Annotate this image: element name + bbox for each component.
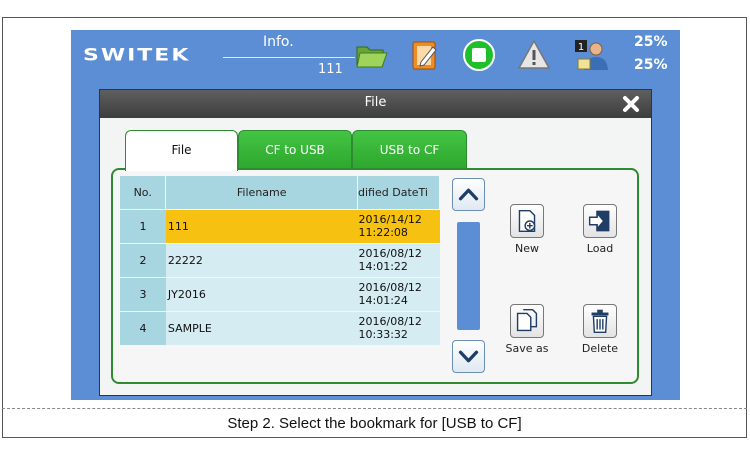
row-time: 10:33:32 bbox=[358, 328, 408, 342]
save-as-button[interactable]: Save as bbox=[497, 304, 557, 355]
edit-icon[interactable] bbox=[407, 37, 443, 73]
header-modified-date: dified DateTi bbox=[357, 176, 440, 209]
percent-top: 25% bbox=[634, 34, 668, 50]
info-divider bbox=[223, 57, 355, 58]
copy-file-icon bbox=[510, 304, 544, 338]
row-time: 14:01:22 bbox=[358, 260, 408, 273]
file-table: No. Filename dified DateTi 1 111 2016/14… bbox=[120, 176, 440, 345]
row-filename: JY2016 bbox=[165, 276, 358, 311]
row-time: 11:22:08 bbox=[358, 226, 408, 239]
header-no: No. bbox=[120, 176, 167, 209]
table-row[interactable]: 4 SAMPLE 2016/08/12 10:33:32 bbox=[120, 310, 440, 345]
row-filename: SAMPLE bbox=[165, 310, 358, 345]
table-row[interactable]: 3 JY2016 2016/08/12 14:01:24 bbox=[120, 276, 440, 311]
header-filename: Filename bbox=[165, 176, 359, 209]
row-filename: 111 bbox=[165, 208, 358, 243]
file-dialog: File File CF to USB USB to CF No. Filena… bbox=[99, 89, 652, 396]
close-icon[interactable] bbox=[621, 94, 641, 114]
table-row[interactable]: 2 22222 2016/08/12 14:01:22 bbox=[120, 242, 440, 277]
dialog-title: File bbox=[364, 95, 387, 110]
row-no: 3 bbox=[120, 276, 166, 311]
caption-divider bbox=[2, 408, 747, 409]
chevron-up-icon bbox=[458, 188, 479, 201]
row-datetime: 2016/14/12 11:22:08 bbox=[357, 208, 440, 243]
row-datetime: 2016/08/12 10:33:32 bbox=[357, 310, 440, 345]
user-icon[interactable]: 1 bbox=[573, 37, 609, 73]
load-button[interactable]: Load bbox=[570, 204, 630, 255]
dialog-title-bar: File bbox=[100, 90, 651, 118]
row-datetime: 2016/08/12 14:01:24 bbox=[357, 276, 440, 311]
scrollbar-thumb[interactable] bbox=[457, 222, 480, 330]
table-row[interactable]: 1 111 2016/14/12 11:22:08 bbox=[120, 208, 440, 243]
row-datetime: 2016/08/12 14:01:22 bbox=[357, 242, 440, 277]
stop-icon[interactable] bbox=[461, 37, 497, 73]
row-filename: 22222 bbox=[165, 242, 358, 277]
save-as-label: Save as bbox=[505, 342, 549, 355]
row-time: 14:01:24 bbox=[358, 294, 408, 307]
new-file-icon bbox=[510, 204, 544, 238]
info-value: 111 bbox=[318, 62, 343, 77]
tab-usb-to-cf[interactable]: USB to CF bbox=[352, 130, 467, 168]
delete-label: Delete bbox=[581, 342, 619, 355]
chevron-down-icon bbox=[458, 350, 479, 363]
row-date: 2016/08/12 bbox=[358, 281, 422, 294]
new-label: New bbox=[515, 242, 539, 255]
file-panel: No. Filename dified DateTi 1 111 2016/14… bbox=[111, 168, 639, 384]
row-no: 1 bbox=[120, 208, 166, 243]
tab-file[interactable]: File bbox=[125, 130, 238, 171]
info-label: Info. bbox=[263, 34, 294, 50]
row-date: 2016/08/12 bbox=[358, 315, 422, 329]
folder-icon[interactable] bbox=[353, 37, 389, 73]
new-button[interactable]: New bbox=[497, 204, 557, 255]
load-label: Load bbox=[586, 242, 614, 255]
scroll-up-button[interactable] bbox=[452, 178, 485, 211]
switek-logo: SWITEK bbox=[83, 46, 191, 65]
device-screen: SWITEK Info. 111 1 25% 25% File File CF … bbox=[71, 30, 680, 400]
load-icon bbox=[583, 204, 617, 238]
row-no: 2 bbox=[120, 242, 166, 277]
svg-text:1: 1 bbox=[578, 42, 584, 53]
trash-icon bbox=[583, 304, 617, 338]
tab-cf-to-usb[interactable]: CF to USB bbox=[238, 130, 352, 168]
row-date: 2016/08/12 bbox=[358, 247, 422, 260]
warning-icon[interactable] bbox=[516, 37, 552, 73]
delete-button[interactable]: Delete bbox=[570, 304, 630, 355]
percent-bottom: 25% bbox=[634, 57, 668, 73]
row-no: 4 bbox=[120, 310, 166, 345]
figure-caption: Step 2. Select the bookmark for [USB to … bbox=[227, 415, 522, 432]
table-header-row: No. Filename dified DateTi bbox=[120, 176, 440, 209]
row-date: 2016/14/12 bbox=[358, 213, 422, 226]
scroll-down-button[interactable] bbox=[452, 340, 485, 373]
